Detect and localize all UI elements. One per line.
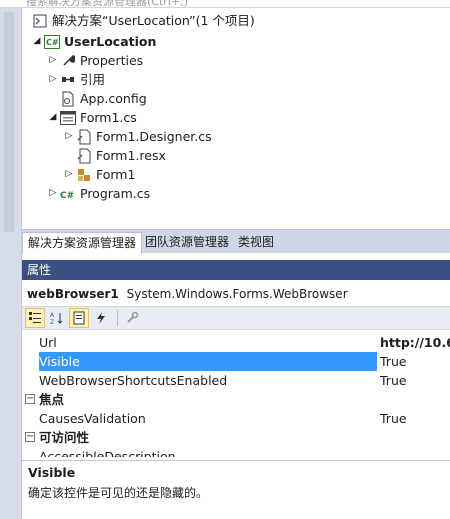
search-box[interactable]: 搜索解决方案资源管理器(Ctrl+;) [0, 0, 450, 8]
tree-item-label: Form1.resx [96, 148, 166, 163]
property-name: WebBrowserShortcutsEnabled [39, 373, 228, 388]
collapsed-arrow-icon[interactable]: ▷ [46, 51, 60, 70]
csharp-project-icon: C# [44, 34, 60, 50]
svg-text:Z: Z [50, 319, 54, 325]
tab-class-view[interactable]: 类视图 [233, 232, 279, 252]
tree-item-label: App.config [80, 91, 147, 106]
property-value[interactable]: True [380, 409, 407, 428]
tree-item-properties[interactable]: ▷ Properties [46, 51, 144, 70]
expanded-arrow-icon[interactable]: ◢ [46, 108, 60, 127]
properties-view-icon[interactable] [69, 308, 89, 328]
tree-item-label: 引用 [80, 72, 106, 87]
tab-label: 解决方案资源管理器 [28, 236, 137, 250]
property-row-url[interactable]: Url http://10.61 [22, 333, 450, 352]
search-placeholder: 搜索解决方案资源管理器(Ctrl+;) [26, 0, 189, 8]
resx-file-icon [76, 148, 92, 164]
properties-toolbar: AZ [22, 306, 450, 330]
svg-text:C#: C# [60, 191, 74, 201]
tree-item-label: 解决方案“UserLocation”(1 个项目) [52, 13, 255, 28]
collapsed-arrow-icon[interactable]: ▷ [62, 165, 76, 184]
object-type: System.Windows.Forms.WebBrowser [126, 287, 348, 301]
property-name: CausesValidation [39, 411, 146, 426]
tree-item-references[interactable]: ▷ 引用 [46, 70, 105, 89]
description-title: Visible [28, 465, 76, 480]
tree-item-label: Form1.Designer.cs [96, 129, 212, 144]
category-name: 可访问性 [39, 430, 90, 445]
alphabetical-icon[interactable]: AZ [47, 308, 67, 328]
collapse-minus-icon[interactable]: − [25, 394, 35, 404]
expanded-arrow-icon[interactable]: ◢ [30, 32, 44, 51]
tab-team-explorer[interactable]: 团队资源管理器 [140, 232, 234, 252]
property-row-accessible-description[interactable]: AccessibleDescription [22, 447, 450, 457]
property-value[interactable]: True [380, 352, 407, 371]
tree-item-form1-cs[interactable]: ◢ Form1.cs [46, 108, 137, 127]
category-accessibility[interactable]: − 可访问性 [22, 428, 450, 447]
property-name: AccessibleDescription [39, 449, 176, 457]
cs-file-icon [76, 129, 92, 145]
tree-item-label: Properties [80, 53, 144, 68]
collapsed-arrow-icon[interactable]: ▷ [46, 70, 60, 89]
form-icon [60, 110, 76, 126]
svg-text:A: A [50, 312, 55, 319]
property-grid: Url http://10.61 Visible True WebBrowser… [22, 331, 450, 457]
tab-label: 团队资源管理器 [145, 235, 230, 249]
object-name: webBrowser1 [27, 287, 119, 301]
property-row-visible[interactable]: Visible True [22, 352, 450, 371]
description-text: 确定该控件是可见的还是隐藏的。 [28, 486, 209, 500]
events-lightning-icon[interactable] [91, 308, 111, 328]
solution-icon [32, 13, 48, 29]
left-scrollbar[interactable] [0, 8, 22, 519]
collapse-minus-icon[interactable]: − [25, 432, 35, 442]
toolbar-separator [117, 310, 118, 326]
properties-title-bar[interactable]: 属性 [22, 260, 450, 280]
tree-item-solution[interactable]: 解决方案“UserLocation”(1 个项目) [32, 11, 255, 30]
property-name: Url [39, 335, 57, 350]
tab-label: 类视图 [238, 235, 275, 249]
property-name: Visible [39, 352, 377, 371]
tree-item-label: Form1.cs [80, 110, 137, 125]
references-icon [60, 72, 76, 88]
tab-solution-explorer[interactable]: 解决方案资源管理器 [22, 232, 143, 254]
tree-item-label: Form1 [96, 167, 136, 182]
properties-title: 属性 [27, 263, 52, 277]
svg-text:C#: C# [46, 38, 59, 47]
description-pane: Visible 确定该控件是可见的还是隐藏的。 [22, 460, 450, 519]
tree-item-program-cs[interactable]: ▷ C# Program.cs [46, 184, 151, 203]
category-name: 焦点 [39, 392, 65, 407]
tree-item-app-config[interactable]: App.config [60, 89, 147, 108]
tree-item-form1-designer[interactable]: ▷ Form1.Designer.cs [62, 127, 212, 146]
tree-item-label: UserLocation [64, 34, 157, 49]
property-row-causes-validation[interactable]: CausesValidation True [22, 409, 450, 428]
property-value[interactable]: True [380, 371, 407, 390]
categorized-icon[interactable] [25, 308, 45, 328]
property-pages-wrench-icon[interactable] [122, 308, 142, 328]
wrench-icon [60, 53, 76, 69]
tree-item-label: Program.cs [80, 186, 151, 201]
solution-tree: 解决方案“UserLocation”(1 个项目) ◢ C# UserLocat… [22, 8, 450, 228]
property-row-webbrowser-shortcuts[interactable]: WebBrowserShortcutsEnabled True [22, 371, 450, 390]
object-selector[interactable]: webBrowser1 System.Windows.Forms.WebBrow… [22, 283, 450, 305]
scrollbar-thumb[interactable] [4, 12, 14, 232]
explorer-tab-strip: 解决方案资源管理器 团队资源管理器 类视图 [22, 229, 450, 254]
config-file-icon [60, 91, 76, 107]
class-icon [76, 167, 92, 183]
tree-item-form1-class[interactable]: ▷ Form1 [62, 165, 136, 184]
collapsed-arrow-icon[interactable]: ▷ [62, 127, 76, 146]
tree-item-form1-resx[interactable]: Form1.resx [76, 146, 166, 165]
category-focus[interactable]: − 焦点 [22, 390, 450, 409]
csharp-file-icon: C# [60, 186, 76, 202]
collapsed-arrow-icon[interactable]: ▷ [46, 184, 60, 203]
property-value[interactable]: http://10.61 [380, 333, 450, 352]
tree-item-project[interactable]: ◢ C# UserLocation [30, 32, 157, 51]
